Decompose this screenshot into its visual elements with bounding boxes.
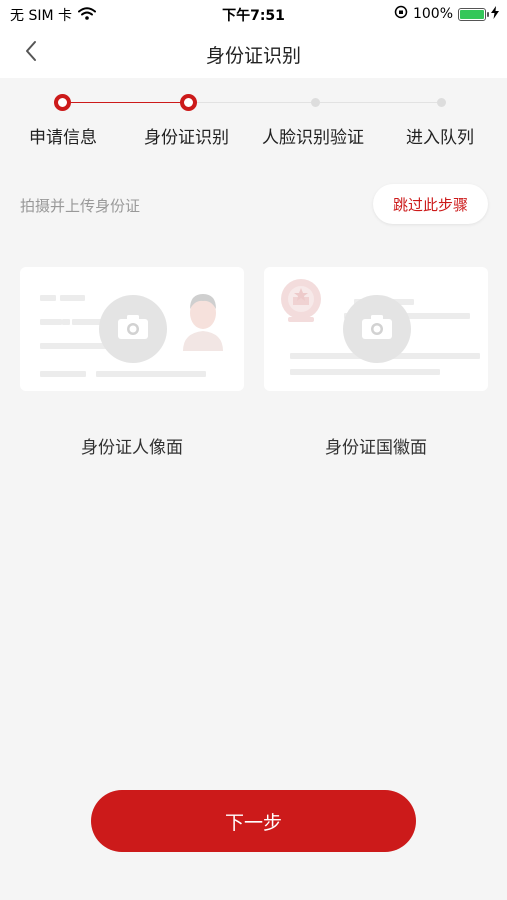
nav-bar: 身份证识别 <box>0 28 507 78</box>
placeholder-line <box>290 369 440 375</box>
step-node-2 <box>180 94 197 111</box>
page-title: 身份证识别 <box>205 45 301 67</box>
placeholder-line <box>96 371 206 377</box>
id-back-label: 身份证国徽面 <box>325 438 427 458</box>
step-node-4 <box>437 98 446 107</box>
id-front-label: 身份证人像面 <box>81 438 183 458</box>
national-emblem-icon <box>278 277 324 329</box>
upload-hint: 拍摄并上传身份证 <box>20 197 141 215</box>
step-label-3: 人脸识别验证 <box>262 128 364 148</box>
step-label-4: 进入队列 <box>406 128 474 148</box>
step-label-1: 申请信息 <box>29 128 97 148</box>
battery-fill <box>460 9 484 19</box>
id-back-upload-card[interactable] <box>264 267 488 391</box>
rotation-lock-icon <box>394 5 408 23</box>
charging-icon <box>491 5 499 23</box>
camera-icon <box>117 314 149 344</box>
placeholder-line <box>62 319 70 325</box>
portrait-placeholder-icon <box>180 289 226 355</box>
step-label-2: 身份证识别 <box>144 128 229 148</box>
placeholder-line <box>60 295 85 301</box>
progress-stepper: 申请信息 身份证识别 人脸识别验证 进入队列 <box>0 78 507 158</box>
step-connector-done <box>70 102 182 103</box>
status-bar: 无 SIM 卡 下午7:51 100% <box>0 0 507 28</box>
battery-percent: 100% <box>412 6 453 22</box>
camera-button-back[interactable] <box>343 295 411 363</box>
next-step-button[interactable]: 下一步 <box>91 790 416 852</box>
status-right: 100% <box>394 5 499 23</box>
step-node-1 <box>54 94 71 111</box>
skip-step-button[interactable]: 跳过此步骤 <box>373 184 488 224</box>
placeholder-line <box>40 295 56 301</box>
battery-icon <box>458 7 489 21</box>
id-front-upload-card[interactable] <box>20 267 244 391</box>
placeholder-line <box>40 371 86 377</box>
step-node-3 <box>311 98 320 107</box>
placeholder-line <box>40 319 62 325</box>
camera-icon <box>361 314 393 344</box>
camera-button-front[interactable] <box>99 295 167 363</box>
